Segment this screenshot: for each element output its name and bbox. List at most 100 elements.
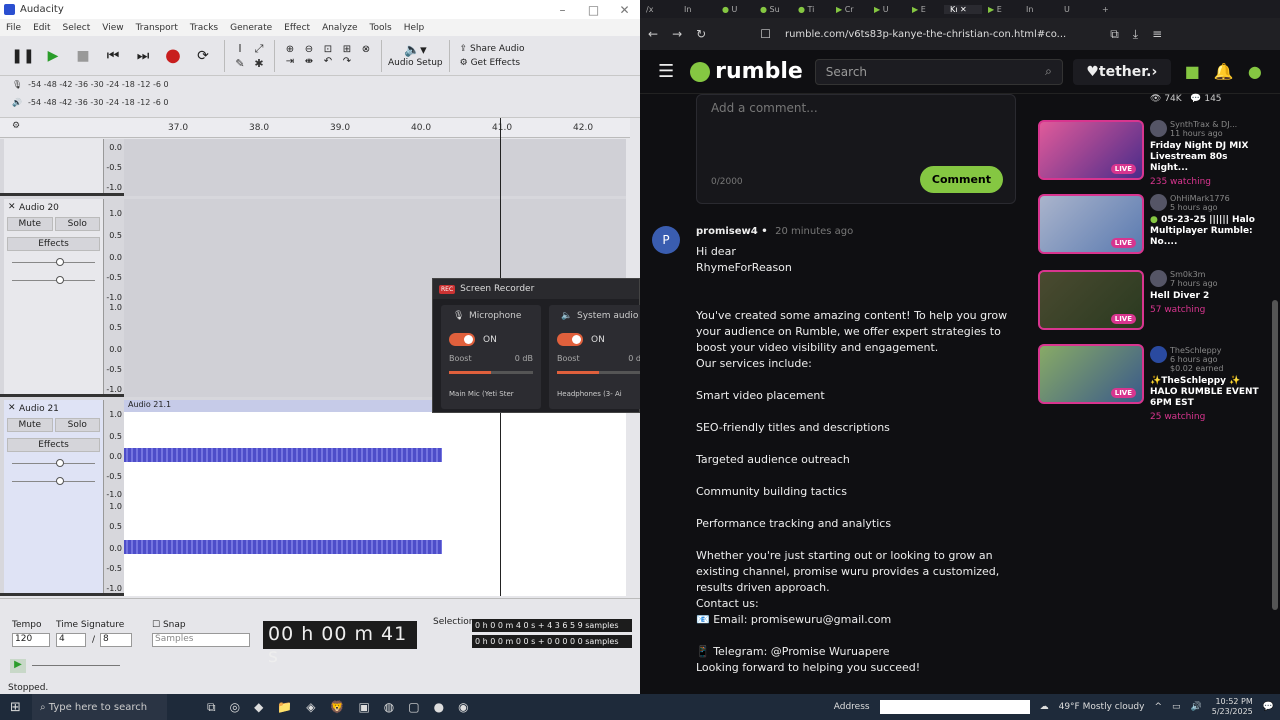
app-icon-4[interactable]: ▢ (408, 700, 419, 715)
fit-selection-icon[interactable]: ⊡ (319, 44, 337, 55)
video-thumb[interactable]: LIVE (1038, 344, 1144, 404)
weather-text[interactable]: 49°F Mostly cloudy (1059, 702, 1145, 712)
video-info[interactable]: Sm0k3m 7 hours ago Hell Diver 2 57 watch… (1150, 270, 1268, 315)
comment-author[interactable]: promisew4 • 20 minutes ago (696, 226, 853, 237)
skip-start-button[interactable]: ⏮ (98, 41, 128, 71)
mic-boost-slider[interactable] (449, 371, 533, 374)
fit-project-icon[interactable]: ⊞ (338, 44, 356, 55)
start-icon[interactable]: ⊞ (10, 700, 21, 715)
commenter-avatar[interactable]: P (652, 226, 680, 254)
tab-5[interactable]: ● Ti (792, 5, 830, 14)
gear-icon[interactable]: ⚙ (12, 121, 20, 131)
multi-tool-icon[interactable]: ✱ (250, 57, 268, 70)
gain-slider[interactable] (12, 257, 95, 269)
menu-tools[interactable]: Tools (364, 23, 398, 33)
menu-edit[interactable]: Edit (27, 23, 56, 33)
tab-4[interactable]: ● Su (754, 5, 792, 14)
app-icon-3[interactable]: ◍ (384, 700, 394, 715)
tab-10[interactable]: ▶ E (982, 5, 1020, 14)
vscode-icon[interactable]: ◈ (306, 700, 315, 715)
silence-icon[interactable]: ⇼ (300, 56, 318, 67)
tab-9-active[interactable]: Kı ✕ (944, 4, 982, 14)
tempo-input[interactable]: 120 (12, 633, 50, 647)
copilot-icon[interactable]: ◎ (230, 700, 240, 715)
close-track-icon[interactable]: ✕ (8, 403, 16, 413)
menu-view[interactable]: View (96, 23, 129, 33)
timesig-denominator[interactable]: 8 (100, 633, 132, 647)
comment-input[interactable]: Add a comment... (697, 95, 1015, 121)
track-name[interactable]: Audio 21 (4, 400, 103, 414)
clock[interactable]: 10:52 PM 5/23/2025 (1212, 697, 1253, 717)
play-button[interactable]: ▶ (38, 41, 68, 71)
back-icon[interactable]: ← (648, 27, 658, 41)
audio-setup-button[interactable]: 🔈▾ Audio Setup (388, 43, 443, 68)
track-name[interactable]: Audio 20 (4, 199, 103, 213)
close-track-icon[interactable]: ✕ (8, 202, 16, 212)
bookmark-icon[interactable]: ☐ (760, 27, 771, 41)
loop-button[interactable]: ⟳ (188, 41, 218, 71)
reload-icon[interactable]: ↻ (696, 27, 706, 41)
gain-slider[interactable] (12, 458, 95, 470)
tether-button[interactable]: ♥ tether. › (1072, 58, 1171, 85)
volume-icon[interactable]: 🔊 (1191, 702, 1202, 712)
menu-help[interactable]: Help (398, 23, 431, 33)
file-explorer-icon[interactable]: 📁 (277, 700, 292, 715)
time-display[interactable]: 00 h 00 m 41 s (263, 621, 417, 667)
tab-2[interactable]: In (678, 5, 716, 14)
snap-checkbox[interactable]: ☐ Snap (152, 620, 186, 630)
selection-end[interactable]: 0 h 0 0 m 0 0 s + 0 0 0 0 0 samples (472, 635, 632, 648)
maximize-button[interactable]: □ (578, 3, 609, 17)
effects-button[interactable]: Effects (7, 237, 100, 251)
pan-slider[interactable] (12, 275, 95, 287)
zoom-in-icon[interactable]: ⊕ (281, 44, 299, 55)
zoom-toggle-icon[interactable]: ⊗ (357, 44, 375, 55)
track-canvas[interactable]: Audio 21.1 (124, 400, 626, 596)
playback-meter[interactable]: 🔊 -54 -48 -42 -36 -30 -24 -18 -12 -6 0 (12, 98, 168, 107)
url-field[interactable]: rumble.com/v6ts83p-kanye-the-christian-c… (785, 29, 1066, 40)
menu-effect[interactable]: Effect (278, 23, 316, 33)
user-avatar[interactable]: ● (1248, 62, 1262, 81)
menu-file[interactable]: File (0, 23, 27, 33)
app-icon-2[interactable]: ▣ (358, 700, 369, 715)
play-speed-slider[interactable] (32, 665, 120, 666)
comment-box[interactable]: Add a comment... 0/2000 Comment (696, 94, 1016, 204)
taskbar-search[interactable]: ⌕ Type here to search (32, 694, 167, 720)
share-audio-button[interactable]: ⇪ Share Audio (460, 44, 525, 54)
undo-icon[interactable]: ↶ (319, 56, 337, 67)
track-audio-21[interactable]: ✕ Audio 21 Mute Solo Effects 1.0 0.5 0.0 … (0, 400, 626, 596)
clip-header[interactable]: Audio 21.1 (124, 400, 442, 412)
mute-button[interactable]: Mute (7, 418, 53, 432)
video-thumb[interactable]: LIVE (1038, 120, 1144, 180)
hamburger-icon[interactable]: ☰ (658, 61, 674, 82)
solo-button[interactable]: Solo (54, 217, 100, 231)
download-icon[interactable]: ⤓ (1133, 27, 1138, 42)
menu-generate[interactable]: Generate (224, 23, 278, 33)
selection-tool-icon[interactable]: I (231, 42, 249, 56)
minimize-button[interactable]: – (547, 3, 578, 17)
extensions-icon[interactable]: ⧉ (1110, 27, 1119, 42)
tab-6[interactable]: ▶ Cr (830, 5, 868, 14)
envelope-tool-icon[interactable]: ⤢ (250, 42, 268, 56)
system-boost-slider[interactable] (557, 371, 640, 374)
menu-tracks[interactable]: Tracks (184, 23, 224, 33)
search-icon[interactable]: ⌕ (1045, 64, 1052, 79)
mute-button[interactable]: Mute (7, 217, 53, 231)
tab-7[interactable]: ▶ U (868, 5, 906, 14)
mic-device-select[interactable]: Main Mic (Yeti Ster (449, 390, 533, 398)
timeline-ruler[interactable]: ⚙ 37.0 38.0 39.0 40.0 41.0 42.0 (0, 118, 630, 138)
menu-icon[interactable]: ≡ (1152, 27, 1162, 41)
forward-icon[interactable]: → (672, 27, 682, 41)
draw-tool-icon[interactable]: ✎ (231, 57, 249, 70)
recorder-header[interactable]: REC Screen Recorder (433, 279, 639, 299)
go-live-icon[interactable]: ■ (1185, 62, 1200, 81)
app-icon-5[interactable]: ● (434, 700, 444, 715)
snap-select[interactable]: Samples (152, 633, 250, 647)
bell-icon[interactable]: 🔔 (1214, 62, 1234, 81)
comment-button[interactable]: Comment (919, 166, 1003, 193)
video-thumb[interactable]: LIVE (1038, 194, 1144, 254)
skip-end-button[interactable]: ⏭ (128, 41, 158, 71)
tab-3[interactable]: ● U (716, 5, 754, 14)
video-info[interactable]: SynthTrax & DJ... 11 hours ago Friday Ni… (1150, 120, 1268, 187)
mic-toggle[interactable]: ON (449, 333, 533, 346)
rumble-logo[interactable]: rumble (690, 59, 803, 84)
